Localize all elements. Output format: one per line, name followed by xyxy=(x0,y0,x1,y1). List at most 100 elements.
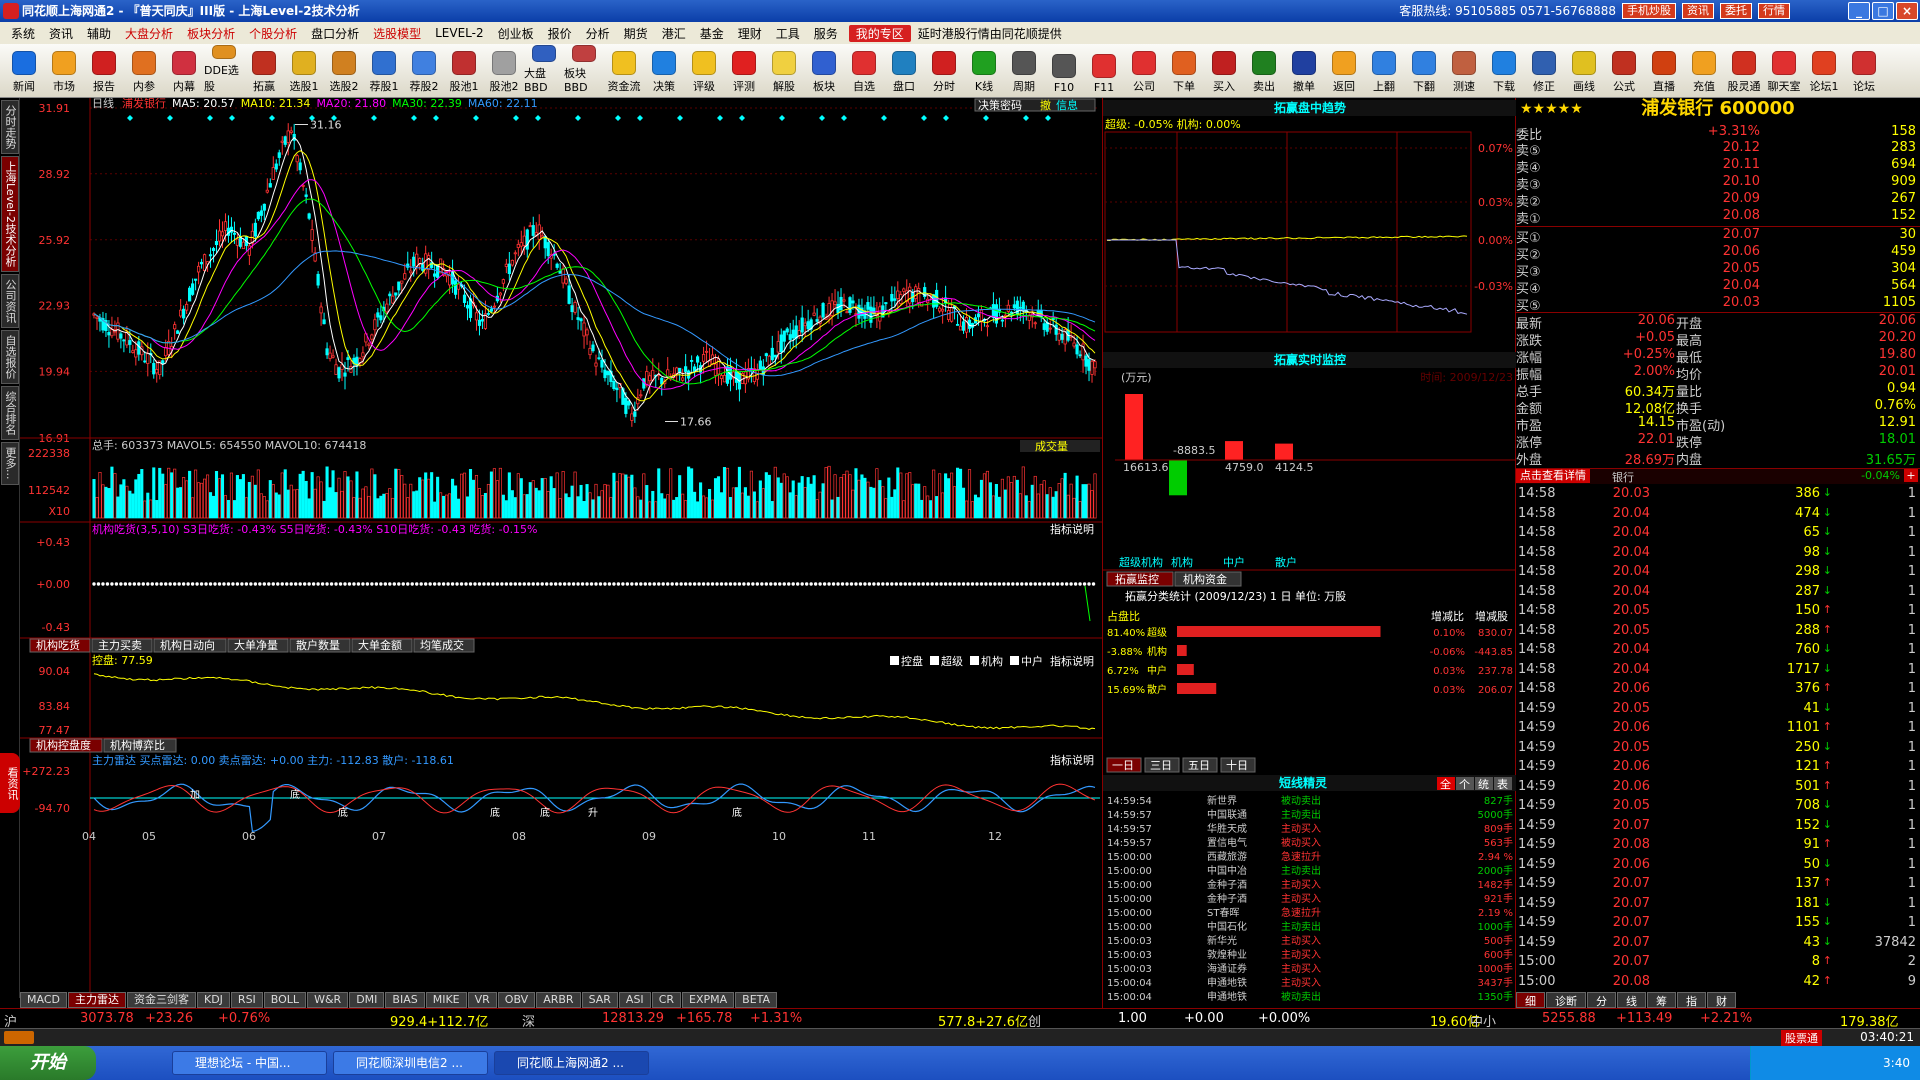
menu-item-13[interactable]: 港汇 xyxy=(655,25,693,42)
left-tab-3[interactable]: 自选报价 xyxy=(1,330,19,385)
indicator-tab-11[interactable]: OBV xyxy=(497,992,536,1008)
toolbar-btn-23[interactable]: 分时 xyxy=(924,45,964,97)
ind1-tab-label-4[interactable]: 散户数量 xyxy=(296,638,340,652)
indicator-tab-2[interactable]: 资金三剑客 xyxy=(126,992,196,1008)
ind1-tab-label-1[interactable]: 主力买卖 xyxy=(98,639,142,652)
toolbar-btn-21[interactable]: 自选 xyxy=(844,45,884,97)
toolbar-btn-14[interactable]: 板块BBD xyxy=(564,45,604,97)
ind1-tab-label-5[interactable]: 大单金额 xyxy=(358,638,402,652)
toolbar-btn-3[interactable]: 内参 xyxy=(124,45,164,97)
ind3-desc-button[interactable]: 指标说明 xyxy=(1050,753,1094,767)
toolbar-btn-10[interactable]: 荐股2 xyxy=(404,45,444,97)
toolbar-btn-36[interactable]: 测速 xyxy=(1444,45,1484,97)
menu-item-5[interactable]: 个股分析 xyxy=(242,25,304,42)
ind2-desc-button[interactable]: 指标说明 xyxy=(1050,654,1094,668)
task-ths-shanghai[interactable]: 同花顺上海网通2 ... xyxy=(494,1051,649,1075)
menu-item-9[interactable]: 创业板 xyxy=(491,25,541,42)
order-button[interactable]: 委托 xyxy=(1720,3,1752,19)
plus-icon[interactable]: + xyxy=(1904,469,1918,482)
toolbar-btn-33[interactable]: 返回 xyxy=(1324,45,1364,97)
sprite-btn-label-2[interactable]: 统 xyxy=(1478,778,1489,791)
toolbar-btn-2[interactable]: 报告 xyxy=(84,45,124,97)
chart-canvas[interactable]: 31.9128.9225.9222.9319.9416.9131.1617.66… xyxy=(20,98,1102,992)
sprite-stock[interactable]: 华胜天成 xyxy=(1207,822,1247,835)
sprite-stock[interactable]: 新华光 xyxy=(1207,934,1237,947)
menu-item-3[interactable]: 大盘分析 xyxy=(118,25,180,42)
indicator-tab-13[interactable]: SAR xyxy=(581,992,618,1008)
stat-tab-label-1[interactable]: 机构资金 xyxy=(1183,572,1227,586)
sector-detail-button[interactable]: 点击查看详情 xyxy=(1516,469,1590,483)
sprite-stock[interactable]: 敦煌种业 xyxy=(1207,948,1247,961)
toolbar-btn-22[interactable]: 盘口 xyxy=(884,45,924,97)
toolbar-btn-17[interactable]: 评级 xyxy=(684,45,724,97)
right-tab-3[interactable]: 线 xyxy=(1617,992,1646,1008)
toolbar-btn-11[interactable]: 股池1 xyxy=(444,45,484,97)
ind2-check-label-3[interactable]: 中户 xyxy=(1021,654,1043,668)
toolbar-btn-0[interactable]: 新闻 xyxy=(4,45,44,97)
indicator-tab-15[interactable]: CR xyxy=(651,992,682,1008)
sprite-stock[interactable]: 中国中冶 xyxy=(1207,864,1247,877)
volume-type-label[interactable]: 成交量 xyxy=(1035,439,1068,453)
menu-item-11[interactable]: 分析 xyxy=(579,25,617,42)
menu-item-1[interactable]: 资讯 xyxy=(42,25,80,42)
left-tab-0[interactable]: 分时走势 xyxy=(1,100,19,154)
task-ths-shenzhen[interactable]: 同花顺深圳电信2 ... xyxy=(333,1051,488,1075)
indicator-tab-16[interactable]: EXPMA xyxy=(682,992,735,1008)
toolbar-btn-25[interactable]: 周期 xyxy=(1004,45,1044,97)
sprite-stock[interactable]: 中国联通 xyxy=(1207,808,1247,821)
indicator-tab-3[interactable]: KDJ xyxy=(196,992,230,1008)
toolbar-btn-38[interactable]: 修正 xyxy=(1524,45,1564,97)
ind2-check-3[interactable] xyxy=(1010,656,1019,665)
menu-item-10[interactable]: 报价 xyxy=(541,25,579,42)
toolbar-btn-18[interactable]: 评测 xyxy=(724,45,764,97)
menu-item-16[interactable]: 工具 xyxy=(769,25,807,42)
toolbar-btn-16[interactable]: 决策 xyxy=(644,45,684,97)
right-tab-6[interactable]: 财 xyxy=(1707,992,1736,1008)
left-tab-1[interactable]: 上海Level-2技术分析 xyxy=(1,156,19,273)
toolbar-btn-35[interactable]: 下翻 xyxy=(1404,45,1444,97)
kline-chart-area[interactable]: 31.91 28.92 25.92 22.93 19.94 16.91 31.16 17.66… xyxy=(20,98,1102,1008)
toolbar-btn-46[interactable]: 论坛 xyxy=(1844,45,1884,97)
sprite-stock[interactable]: 申通地铁 xyxy=(1207,990,1247,1003)
period-tab-label-3[interactable]: 十日 xyxy=(1226,758,1248,772)
stat-tab-label-0[interactable]: 拓赢监控 xyxy=(1115,572,1159,586)
period-tab-label-0[interactable]: 一日 xyxy=(1112,759,1134,772)
sprite-stock[interactable]: 金种子酒 xyxy=(1207,892,1247,905)
toolbar-btn-26[interactable]: F10 xyxy=(1044,45,1084,97)
menu-item-15[interactable]: 理财 xyxy=(731,25,769,42)
indicator-tab-12[interactable]: ARBR xyxy=(536,992,581,1008)
indicator-tab-5[interactable]: BOLL xyxy=(263,992,307,1008)
menu-item-18[interactable]: 我的专区 xyxy=(848,24,911,42)
menu-item-4[interactable]: 板块分析 xyxy=(180,25,242,42)
menu-item-0[interactable]: 系统 xyxy=(4,25,42,42)
sprite-stock[interactable]: 西藏旅游 xyxy=(1207,850,1247,863)
left-tab-5[interactable]: 更多... xyxy=(1,442,19,485)
ind2-check-label-0[interactable]: 控盘 xyxy=(901,654,923,668)
menu-item-6[interactable]: 盘口分析 xyxy=(304,25,366,42)
quotes-button[interactable]: 行情 xyxy=(1758,3,1790,19)
toolbar-btn-24[interactable]: K线 xyxy=(964,45,1004,97)
minimize-button[interactable]: _ xyxy=(1848,2,1870,20)
maximize-button[interactable]: □ xyxy=(1872,2,1894,20)
right-tab-2[interactable]: 分 xyxy=(1587,992,1616,1008)
toolbar-btn-43[interactable]: 股灵通 xyxy=(1724,45,1764,97)
menu-item-19[interactable]: 延时港股行情由同花顺提供 xyxy=(911,25,1069,42)
right-tab-0[interactable]: 细 xyxy=(1516,992,1545,1008)
toolbar-btn-19[interactable]: 解股 xyxy=(764,45,804,97)
withdraw-button[interactable]: 撤 xyxy=(1040,98,1051,112)
toolbar-btn-34[interactable]: 上翻 xyxy=(1364,45,1404,97)
news-button[interactable]: 资讯 xyxy=(1682,3,1714,19)
toolbar-btn-42[interactable]: 充值 xyxy=(1684,45,1724,97)
ind1-desc-button[interactable]: 指标说明 xyxy=(1050,522,1094,536)
indicator-tab-7[interactable]: DMI xyxy=(349,992,385,1008)
toolbar-btn-31[interactable]: 卖出 xyxy=(1244,45,1284,97)
toolbar-btn-9[interactable]: 荐股1 xyxy=(364,45,404,97)
toolbar-btn-45[interactable]: 论坛1 xyxy=(1804,45,1844,97)
info-button[interactable]: 信息 xyxy=(1056,98,1078,112)
sprite-stock[interactable]: 金种子酒 xyxy=(1207,878,1247,891)
left-tab-4[interactable]: 综合排名 xyxy=(1,386,19,441)
toolbar-btn-44[interactable]: 聊天室 xyxy=(1764,45,1804,97)
indicator-tab-6[interactable]: W&R xyxy=(307,992,349,1008)
indicator-tab-4[interactable]: RSI xyxy=(230,992,263,1008)
indicator-tab-10[interactable]: VR xyxy=(467,992,497,1008)
